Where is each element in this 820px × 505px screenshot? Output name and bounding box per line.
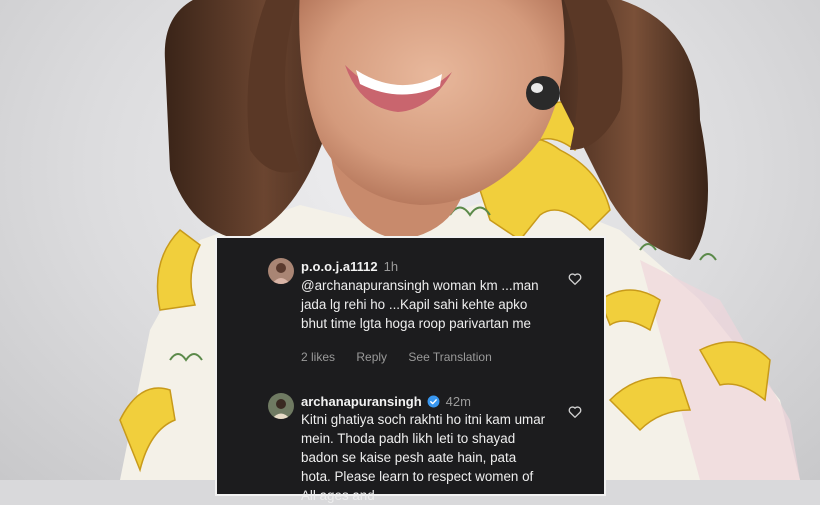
- profile-avatar-icon[interactable]: [268, 393, 294, 419]
- comment-text: @archanapuransingh woman km ...man jada …: [301, 278, 539, 331]
- likes-count[interactable]: 2 likes: [301, 350, 335, 364]
- see-translation-button[interactable]: See Translation: [408, 350, 491, 364]
- verified-badge-icon: [427, 395, 440, 408]
- comment-time: 42m: [445, 394, 471, 409]
- heart-outline-icon[interactable]: [567, 404, 583, 420]
- comment-actions: 2 likes Reply See Translation: [301, 350, 510, 364]
- heart-outline-icon[interactable]: [567, 271, 583, 287]
- profile-avatar-icon[interactable]: [268, 258, 294, 284]
- comment-text: Kitni ghatiya soch rakhti ho itni kam um…: [301, 412, 546, 503]
- username-text[interactable]: archanapuransingh: [301, 394, 422, 409]
- reply-button[interactable]: Reply: [356, 350, 387, 364]
- comment-time: 1h: [383, 259, 399, 274]
- comment-username[interactable]: p.o.o.j.a1112 1h: [301, 259, 398, 274]
- username-text[interactable]: p.o.o.j.a1112: [301, 259, 378, 274]
- comment-thread-card: p.o.o.j.a1112 1h @archanapuransingh woman…: [215, 236, 606, 503]
- comment-username[interactable]: archanapuransingh 42m: [301, 394, 471, 409]
